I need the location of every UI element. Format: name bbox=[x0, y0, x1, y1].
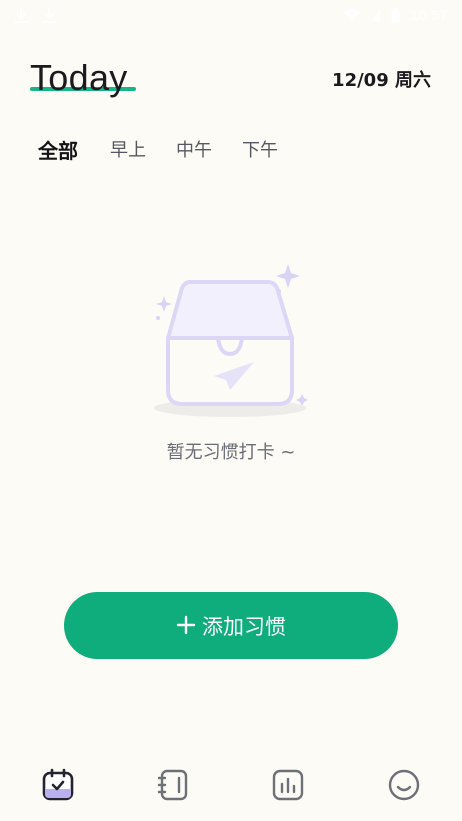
signal-icon bbox=[372, 9, 381, 21]
tab-all[interactable]: 全部 bbox=[38, 137, 78, 165]
tab-afternoon[interactable]: 下午 bbox=[242, 137, 278, 165]
calendar-check-icon bbox=[42, 768, 74, 801]
tab-noon[interactable]: 中午 bbox=[176, 137, 212, 165]
empty-inbox-icon bbox=[154, 264, 308, 417]
add-habit-label: 添加习惯 bbox=[202, 614, 286, 639]
smiley-icon bbox=[388, 769, 420, 801]
battery-icon bbox=[391, 7, 400, 22]
plus-icon bbox=[176, 612, 196, 640]
nav-profile[interactable] bbox=[387, 768, 421, 802]
empty-state-message: 暂无习惯打卡 ~ bbox=[166, 442, 296, 463]
status-bar: 10:57 bbox=[0, 0, 462, 34]
status-left-icons bbox=[14, 8, 56, 24]
stats-icon bbox=[272, 769, 304, 801]
nav-today[interactable] bbox=[41, 768, 75, 802]
title-block: Today bbox=[30, 56, 136, 100]
date-label[interactable]: 12/09 周六 bbox=[332, 66, 431, 92]
time-of-day-tabs: 全部 早上 中午 下午 bbox=[38, 137, 308, 165]
bottom-nav bbox=[0, 760, 462, 816]
notebook-icon bbox=[157, 769, 188, 801]
add-habit-button[interactable]: 添加习惯 bbox=[64, 592, 398, 659]
tab-morning[interactable]: 早上 bbox=[110, 137, 146, 165]
download-icon bbox=[42, 8, 56, 23]
download-icon bbox=[14, 8, 28, 23]
status-right-icons: 10:57 bbox=[343, 7, 448, 23]
nav-journal[interactable] bbox=[156, 768, 190, 802]
habit-today-screen: 10:57 Today 12/09 周六 全部 早上 中午 下午 暂无习惯打卡 … bbox=[0, 0, 462, 821]
wifi-icon bbox=[344, 8, 361, 21]
status-time: 10:57 bbox=[410, 7, 448, 23]
page-title: Today bbox=[30, 57, 128, 98]
nav-stats[interactable] bbox=[271, 768, 305, 802]
